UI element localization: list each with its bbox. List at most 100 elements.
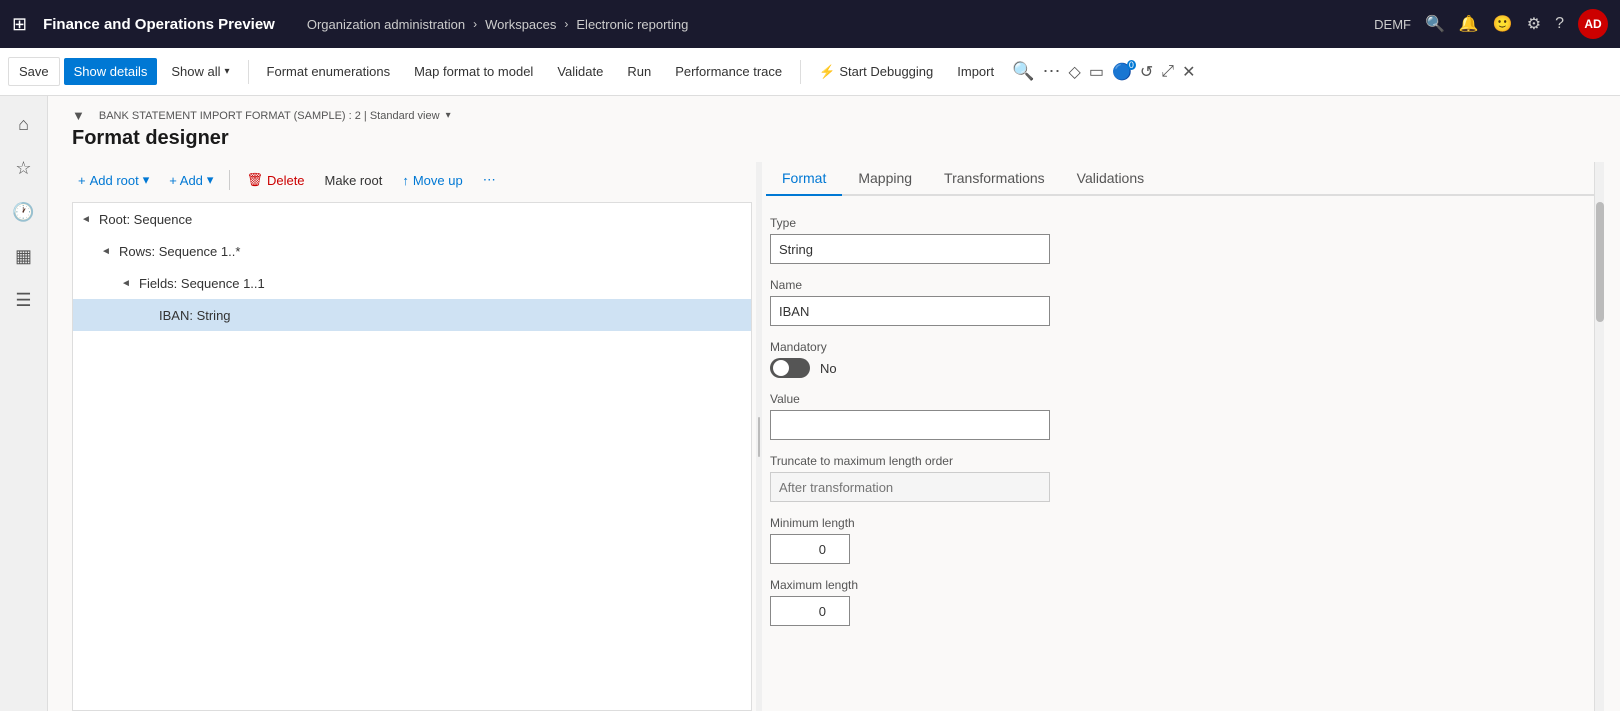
map-format-to-model-button[interactable]: Map format to model (404, 58, 543, 85)
panel-divider[interactable] (756, 162, 762, 711)
main-content: ▼ BANK STATEMENT IMPORT FORMAT (SAMPLE) … (48, 96, 1620, 711)
close-icon[interactable]: ✕ (1182, 62, 1195, 82)
nav-recent-icon[interactable]: 🕐 (4, 192, 44, 232)
value-label: Value (770, 392, 1578, 406)
nav-star-icon[interactable]: ☆ (4, 148, 44, 188)
type-group: Type (770, 216, 1578, 264)
breadcrumb-org[interactable]: Organization administration (307, 17, 465, 32)
add-chevron-icon: ▾ (207, 172, 214, 188)
import-button[interactable]: Import (947, 58, 1004, 85)
form-area: Type Name Mandatory No (766, 212, 1594, 711)
run-button[interactable]: Run (617, 58, 661, 85)
designer-area: + Add root ▾ + Add ▾ 🗑 Delete Make root (48, 162, 1620, 711)
grid-icon[interactable]: ⊞ (12, 14, 27, 35)
bell-icon[interactable]: 🔔 (1459, 14, 1479, 34)
layout-icon[interactable]: ▭ (1089, 62, 1104, 82)
show-details-button[interactable]: Show details (64, 58, 158, 85)
diamond-icon[interactable]: ◇ (1069, 62, 1081, 82)
tree-node-iban[interactable]: IBAN: String (73, 299, 751, 331)
tab-format[interactable]: Format (766, 162, 842, 196)
tab-mapping[interactable]: Mapping (842, 162, 928, 196)
tree-node-rows-label: Rows: Sequence 1..* (119, 244, 240, 259)
toggle-iban-icon (141, 310, 155, 321)
app-layout: ⌂ ☆ 🕐 ▦ ☰ ▼ BANK STATEMENT IMPORT FORMAT… (0, 96, 1620, 711)
max-length-input[interactable] (770, 596, 850, 626)
more-toolbar-icon[interactable]: ⋯ (1043, 61, 1061, 82)
tab-transformations[interactable]: Transformations (928, 162, 1061, 196)
topbar: ⊞ Finance and Operations Preview Organiz… (0, 0, 1620, 48)
plus-icon: + (78, 173, 86, 188)
min-length-group: Minimum length (770, 516, 1578, 564)
truncate-group: Truncate to maximum length order (770, 454, 1578, 502)
toggle-root-icon: ◄ (81, 214, 95, 225)
tree-node-fields[interactable]: ◄ Fields: Sequence 1..1 (73, 267, 751, 299)
right-scrollbar[interactable] (1594, 162, 1604, 711)
breadcrumb-chevron-icon[interactable]: ▾ (446, 110, 451, 121)
refresh-icon[interactable]: ↺ (1140, 62, 1153, 82)
toolbar-separator-2 (800, 60, 801, 84)
name-input[interactable] (770, 296, 1050, 326)
delete-icon: 🗑 (246, 172, 263, 188)
min-length-input[interactable] (770, 534, 850, 564)
mandatory-label: Mandatory (770, 340, 1578, 354)
nav-home-icon[interactable]: ⌂ (4, 104, 44, 144)
sidebar-nav: ⌂ ☆ 🕐 ▦ ☰ (0, 96, 48, 711)
breadcrumb-line: ▼ BANK STATEMENT IMPORT FORMAT (SAMPLE) … (72, 108, 1596, 123)
min-length-label: Minimum length (770, 516, 1578, 530)
badge-icon[interactable]: 🔵0 (1112, 62, 1132, 82)
toggle-fields-icon: ◄ (121, 278, 135, 289)
name-group: Name (770, 278, 1578, 326)
value-input[interactable] (770, 410, 1050, 440)
delete-button[interactable]: 🗑 Delete (240, 168, 310, 192)
tab-validations[interactable]: Validations (1061, 162, 1160, 196)
more-tree-button[interactable]: ⋯ (477, 168, 502, 192)
smiley-icon[interactable]: 🙂 (1493, 14, 1513, 34)
help-icon[interactable]: ? (1555, 15, 1564, 33)
add-root-chevron-icon: ▾ (143, 172, 150, 188)
validate-button[interactable]: Validate (547, 58, 613, 85)
mandatory-group: Mandatory No (770, 340, 1578, 378)
page-breadcrumb: BANK STATEMENT IMPORT FORMAT (SAMPLE) : … (99, 110, 440, 122)
breadcrumb-er[interactable]: Electronic reporting (576, 17, 688, 32)
toolbar-separator-1 (248, 60, 249, 84)
page-title: Format designer (72, 127, 1596, 150)
nav-workspace-icon[interactable]: ▦ (4, 236, 44, 276)
tree-panel: + Add root ▾ + Add ▾ 🗑 Delete Make root (72, 162, 752, 711)
max-length-label: Maximum length (770, 578, 1578, 592)
mandatory-row: No (770, 358, 1578, 378)
breadcrumb-workspaces[interactable]: Workspaces (485, 17, 556, 32)
tree-toolbar: + Add root ▾ + Add ▾ 🗑 Delete Make root (72, 162, 752, 198)
type-input[interactable] (770, 234, 1050, 264)
expand-icon[interactable]: ⤢ (1161, 63, 1174, 81)
breadcrumb: Organization administration › Workspaces… (307, 17, 1366, 32)
filter-icon[interactable]: ▼ (72, 108, 85, 123)
save-button[interactable]: Save (8, 57, 60, 86)
search-toolbar-icon[interactable]: 🔍 (1012, 61, 1034, 82)
tree-node-root-label: Root: Sequence (99, 212, 192, 227)
move-up-button[interactable]: ↑ Move up (396, 169, 468, 192)
tree-node-rows[interactable]: ◄ Rows: Sequence 1..* (73, 235, 751, 267)
tree-node-root[interactable]: ◄ Root: Sequence (73, 203, 751, 235)
tree-container[interactable]: ◄ Root: Sequence ◄ Rows: Sequence 1..* ◄… (72, 202, 752, 711)
tree-toolbar-sep (229, 170, 230, 190)
tabs: Format Mapping Transformations Validatio… (766, 162, 1594, 196)
show-all-button[interactable]: Show all ▾ (161, 58, 239, 85)
performance-trace-button[interactable]: Performance trace (665, 58, 792, 85)
scrollbar-thumb (1596, 202, 1604, 322)
avatar[interactable]: AD (1578, 9, 1608, 39)
gear-icon[interactable]: ⚙ (1527, 14, 1541, 34)
name-label: Name (770, 278, 1578, 292)
truncate-input[interactable] (770, 472, 1050, 502)
add-button[interactable]: + Add ▾ (163, 168, 219, 192)
mandatory-toggle[interactable] (770, 358, 810, 378)
divider-handle (758, 417, 760, 457)
make-root-button[interactable]: Make root (319, 169, 389, 192)
mandatory-text: No (820, 361, 837, 376)
add-root-button[interactable]: + Add root ▾ (72, 168, 155, 192)
nav-list-icon[interactable]: ☰ (4, 280, 44, 320)
search-icon[interactable]: 🔍 (1425, 14, 1445, 34)
details-panel: Format Mapping Transformations Validatio… (766, 162, 1594, 711)
value-group: Value (770, 392, 1578, 440)
start-debugging-button[interactable]: ⚡ Start Debugging (809, 58, 943, 86)
format-enumerations-button[interactable]: Format enumerations (257, 58, 401, 85)
